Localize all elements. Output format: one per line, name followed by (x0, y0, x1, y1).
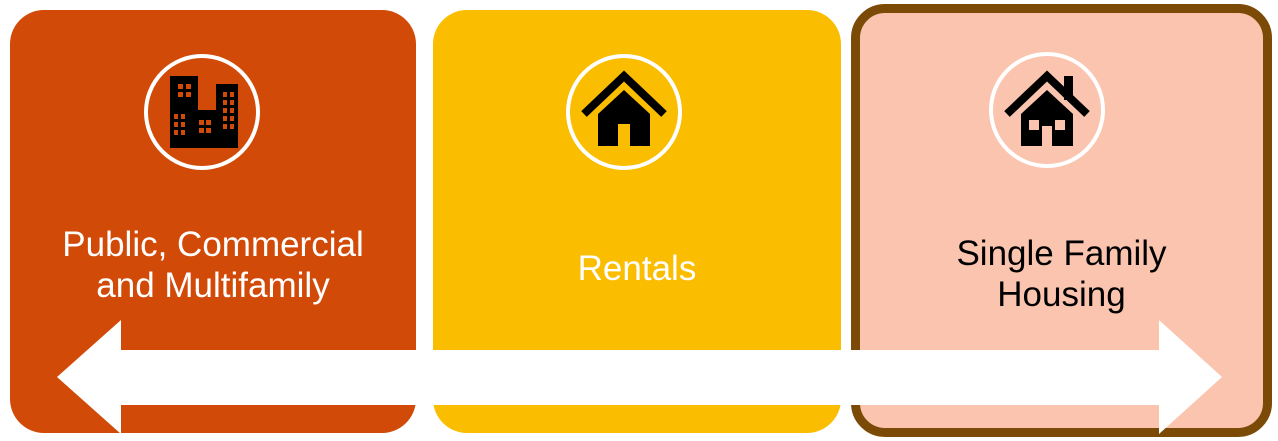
double-headed-arrow (57, 320, 1222, 434)
double-headed-arrow-shape (57, 320, 1222, 434)
